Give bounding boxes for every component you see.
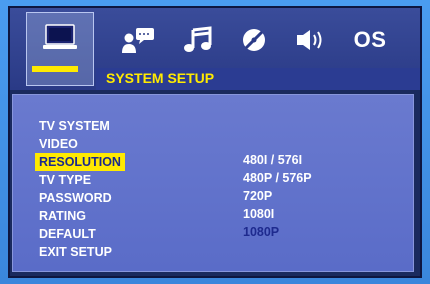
option-480p-576p[interactable]: 480P / 576P <box>243 169 312 187</box>
music-note-icon <box>182 26 214 54</box>
menu-item-tv-system[interactable]: TV SYSTEM <box>35 117 125 135</box>
resolution-options: 480I / 576I 480P / 576P 720P 1080I 1080P <box>243 151 312 241</box>
tab-language[interactable] <box>112 16 164 64</box>
tab-os[interactable]: OS <box>344 16 396 64</box>
tab-system-setup[interactable] <box>26 12 94 86</box>
disc-icon <box>240 26 268 54</box>
tab-bar: OS SYSTEM SETUP <box>10 8 420 90</box>
option-720p[interactable]: 720P <box>243 187 312 205</box>
menu-item-password[interactable]: PASSWORD <box>35 189 125 207</box>
os-label: OS <box>353 27 387 52</box>
page-title: SYSTEM SETUP <box>106 70 215 86</box>
option-480i-576i[interactable]: 480I / 576I <box>243 151 312 169</box>
speaker-icon <box>293 26 327 54</box>
tab-audio[interactable] <box>172 16 224 64</box>
option-1080i[interactable]: 1080I <box>243 205 312 223</box>
menu-item-rating[interactable]: RATING <box>35 207 125 225</box>
tab-disc[interactable] <box>228 16 280 64</box>
active-tab-indicator <box>32 66 78 72</box>
tv-screen: OS SYSTEM SETUP TV SYSTEM VIDEO RESOLUTI… <box>0 0 430 284</box>
settings-menu: TV SYSTEM VIDEO RESOLUTION TV TYPE PASSW… <box>35 117 125 261</box>
settings-panel: TV SYSTEM VIDEO RESOLUTION TV TYPE PASSW… <box>12 94 414 272</box>
menu-item-exit-setup[interactable]: EXIT SETUP <box>35 243 125 261</box>
menu-item-video[interactable]: VIDEO <box>35 135 125 153</box>
menu-item-default[interactable]: DEFAULT <box>35 225 125 243</box>
option-1080p[interactable]: 1080P <box>243 223 312 241</box>
menu-item-tv-type[interactable]: TV TYPE <box>35 171 125 189</box>
setup-window: OS SYSTEM SETUP TV SYSTEM VIDEO RESOLUTI… <box>8 6 422 278</box>
tab-speaker[interactable] <box>284 16 336 64</box>
menu-item-resolution[interactable]: RESOLUTION <box>35 153 125 171</box>
monitor-icon <box>42 23 78 53</box>
user-chat-icon <box>120 26 156 54</box>
